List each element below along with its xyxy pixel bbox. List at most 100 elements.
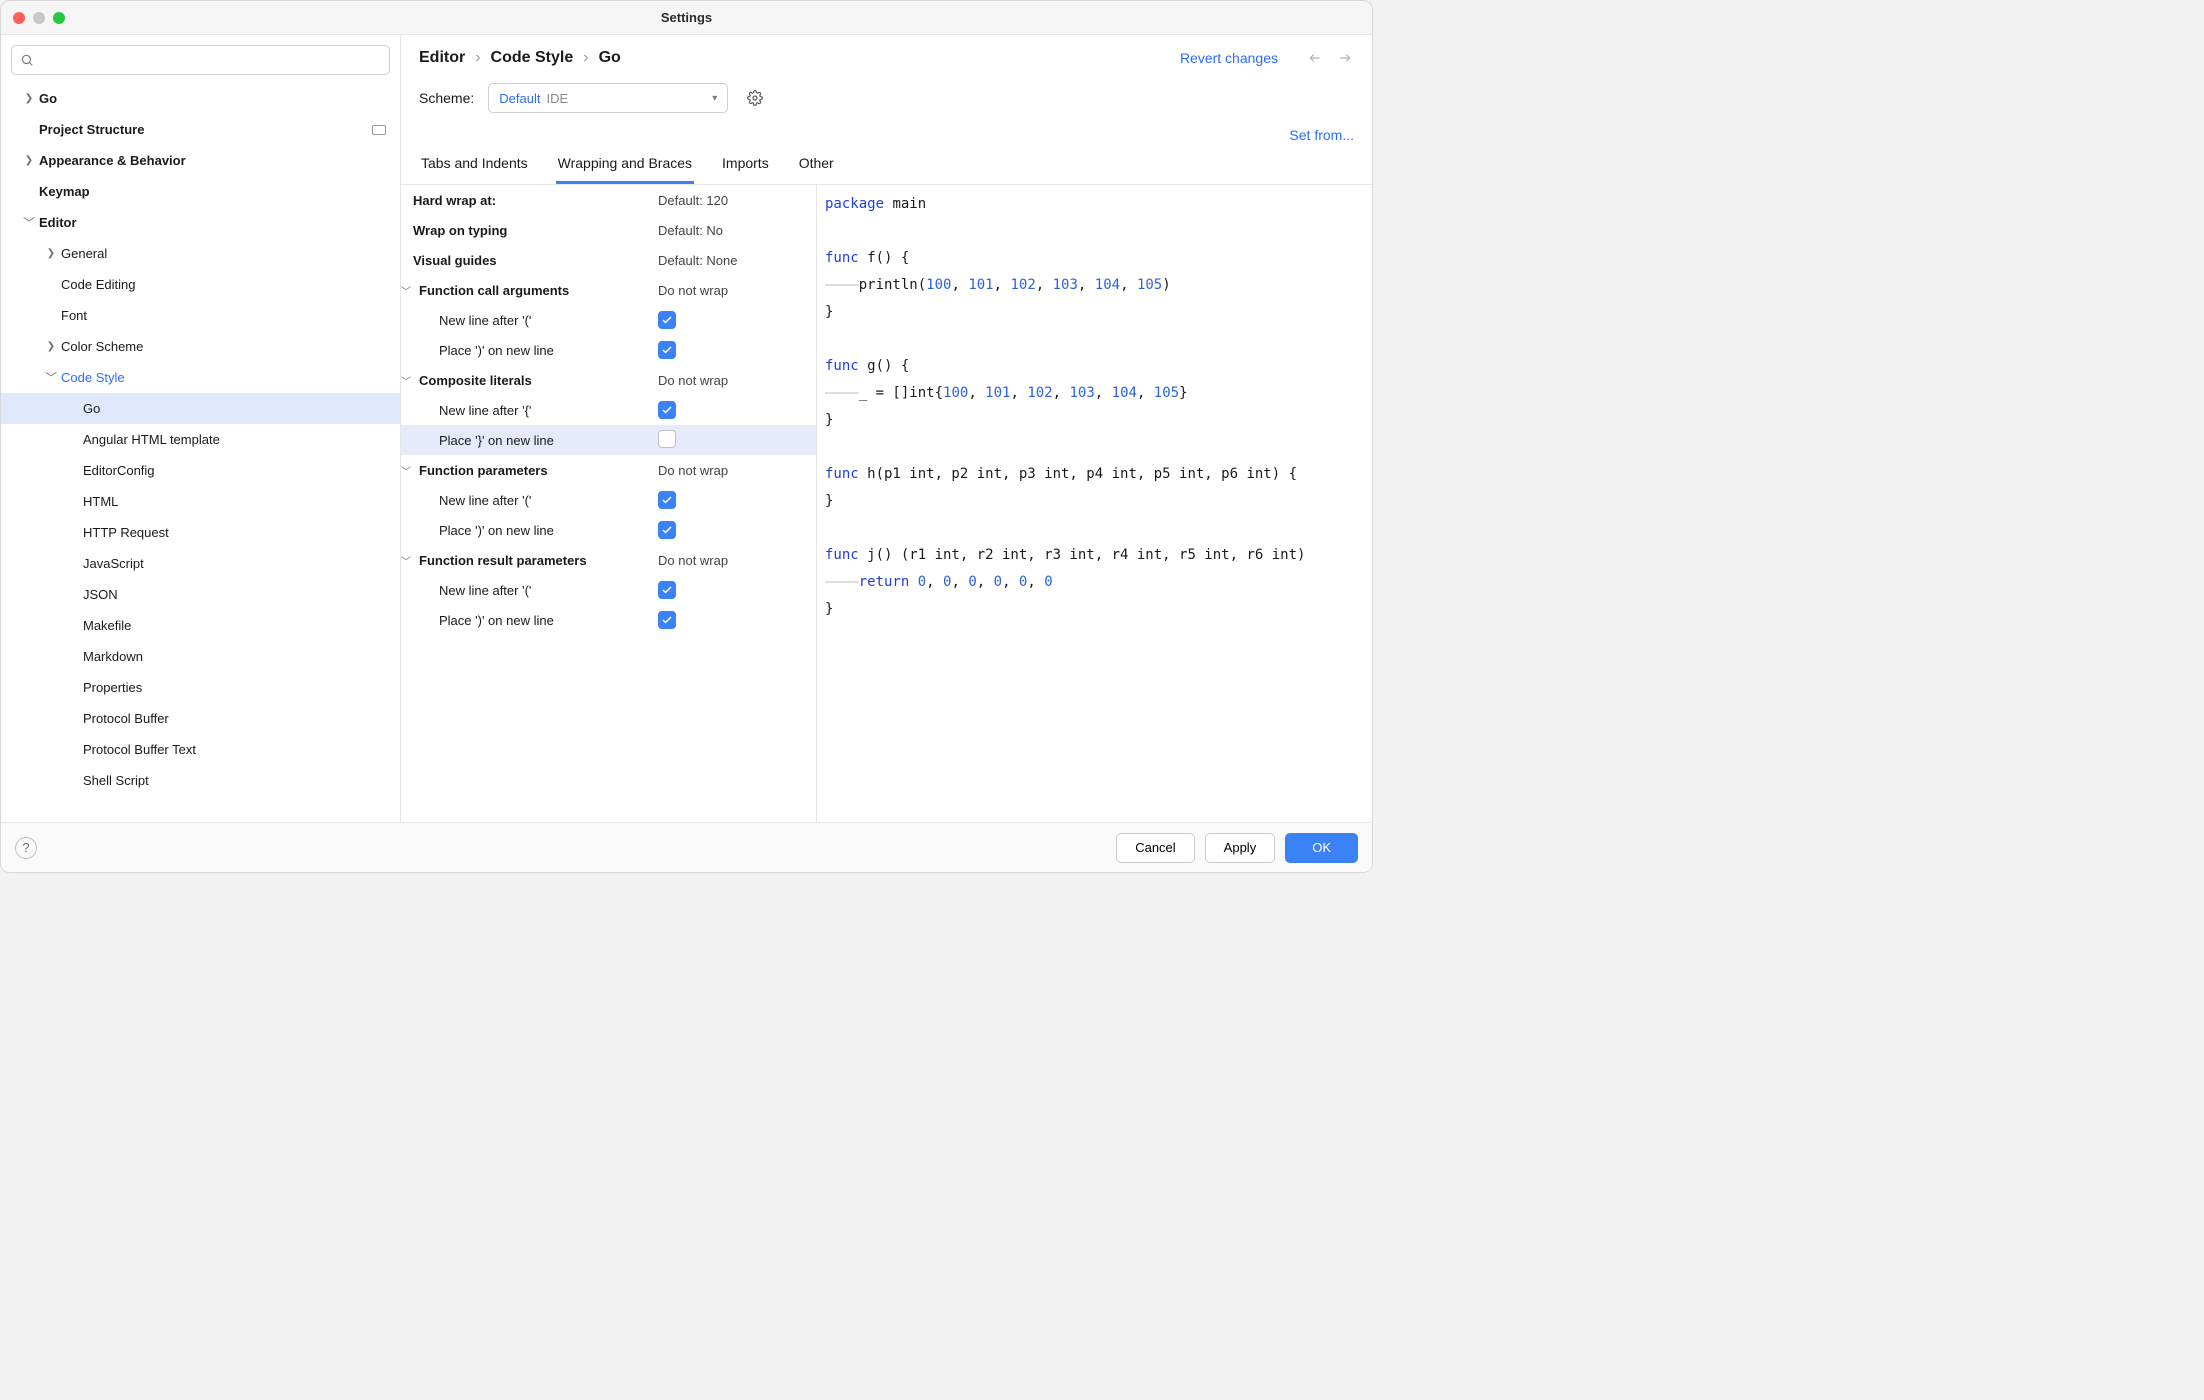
sidebar-item[interactable]: Keymap [1,176,400,207]
sidebar-item[interactable]: Protocol Buffer [1,703,400,734]
chevron-icon: ❯ [45,248,57,259]
checkbox[interactable] [658,401,676,419]
sidebar-item-label: Makefile [83,618,131,633]
sidebar-item[interactable]: ﹀Code Style [1,362,400,393]
setting-row[interactable]: New line after '(' [401,305,816,335]
sidebar-item-label: Protocol Buffer [83,711,169,726]
setting-name: Composite literals [419,373,532,388]
checkbox[interactable] [658,491,676,509]
setting-name: New line after '(' [439,313,531,328]
setting-name: Function result parameters [419,553,587,568]
setting-value[interactable]: Default: None [658,253,738,268]
setting-name: Hard wrap at: [413,193,496,208]
setting-row[interactable]: New line after '(' [401,575,816,605]
setting-row[interactable]: ﹀Composite literalsDo not wrap [401,365,816,395]
footer: ? Cancel Apply OK [1,822,1372,872]
tab[interactable]: Tabs and Indents [419,147,530,184]
setting-row[interactable]: ﹀Function result parametersDo not wrap [401,545,816,575]
sidebar-item[interactable]: Markdown [1,641,400,672]
sidebar-item[interactable]: Font [1,300,400,331]
set-from-link[interactable]: Set from... [1289,127,1354,143]
setting-row[interactable]: Hard wrap at: Default: 120 [401,185,816,215]
setting-row[interactable]: Place '}' on new line [401,425,816,455]
checkbox[interactable] [658,581,676,599]
tab[interactable]: Imports [720,147,771,184]
setting-row[interactable]: ﹀Function call argumentsDo not wrap [401,275,816,305]
chevron-icon: ﹀ [45,369,57,386]
sidebar-item-label: Editor [39,215,77,230]
breadcrumb-separator: › [475,49,480,67]
checkbox[interactable] [658,341,676,359]
breadcrumb-item[interactable]: Code Style [491,49,574,67]
sidebar-item[interactable]: Code Editing [1,269,400,300]
setting-row[interactable]: ﹀ Function parameters Do not wrap [401,455,816,485]
content-area: Editor › Code Style › Go Revert changes … [401,35,1372,822]
sidebar-item-label: Appearance & Behavior [39,153,186,168]
checkbox[interactable] [658,611,676,629]
sidebar-item-label: JavaScript [83,556,144,571]
revert-changes-link[interactable]: Revert changes [1180,50,1278,66]
checkbox[interactable] [658,311,676,329]
tab[interactable]: Other [797,147,836,184]
scheme-gear-button[interactable] [742,85,768,111]
sidebar-item[interactable]: ❯General [1,238,400,269]
content-header: Editor › Code Style › Go Revert changes [401,35,1372,75]
sidebar-item[interactable]: HTML [1,486,400,517]
scheme-select[interactable]: Default IDE ▾ [488,83,728,113]
chevron-down-icon: ﹀ [401,283,411,298]
sidebar-item-label: EditorConfig [83,463,155,478]
sidebar-item[interactable]: Go [1,393,400,424]
sidebar-item[interactable]: ﹀Editor [1,207,400,238]
sidebar-item[interactable]: ❯Appearance & Behavior [1,145,400,176]
setting-row[interactable]: Visual guidesDefault: None [401,245,816,275]
setting-row[interactable]: Place ')' on new line [401,605,816,635]
nav-back-icon[interactable] [1306,51,1324,65]
sidebar-item[interactable]: ❯Go [1,83,400,114]
sidebar-item-label: JSON [83,587,118,602]
setting-row[interactable]: Place ')' on new line [401,335,816,365]
sidebar-item-label: Color Scheme [61,339,143,354]
help-button[interactable]: ? [15,837,37,859]
checkbox[interactable] [658,521,676,539]
setting-name: Place ')' on new line [439,613,554,628]
setting-value[interactable]: Do not wrap [658,553,728,568]
setting-name: Place ')' on new line [439,343,554,358]
setting-row[interactable]: New line after '{' [401,395,816,425]
setting-value[interactable]: Do not wrap [658,373,728,388]
ok-button[interactable]: OK [1285,833,1358,863]
sidebar-item-label: Protocol Buffer Text [83,742,196,757]
sidebar-item[interactable]: ❯Color Scheme [1,331,400,362]
sidebar-item[interactable]: EditorConfig [1,455,400,486]
checkbox[interactable] [658,430,676,448]
breadcrumb-item[interactable]: Go [599,49,621,67]
sidebar-item[interactable]: HTTP Request [1,517,400,548]
scheme-row: Scheme: Default IDE ▾ [401,75,1372,123]
sidebar-item[interactable]: Shell Script [1,765,400,796]
chevron-down-icon: ﹀ [401,463,411,478]
setting-row[interactable]: Place ')' on new line [401,515,816,545]
search-input-wrap[interactable] [11,45,390,75]
search-input[interactable] [38,53,381,68]
sidebar-item[interactable]: Properties [1,672,400,703]
setting-value[interactable]: Default: 120 [658,193,728,208]
apply-button[interactable]: Apply [1205,833,1276,863]
setting-row[interactable]: New line after '(' [401,485,816,515]
sidebar-item[interactable]: Project Structure [1,114,400,145]
setting-value[interactable]: Default: No [658,223,723,238]
setting-value[interactable]: Do not wrap [658,283,728,298]
sidebar-item[interactable]: Angular HTML template [1,424,400,455]
sidebar-item[interactable]: Protocol Buffer Text [1,734,400,765]
setting-name: Place '}' on new line [439,433,554,448]
setting-name: Function parameters [419,463,548,478]
breadcrumb-item[interactable]: Editor [419,49,465,67]
sidebar-item[interactable]: JavaScript [1,548,400,579]
tab[interactable]: Wrapping and Braces [556,147,694,184]
nav-forward-icon[interactable] [1336,51,1354,65]
setting-value[interactable]: Do not wrap [658,463,728,478]
sidebar-item-label: Properties [83,680,142,695]
setting-row[interactable]: Wrap on typingDefault: No [401,215,816,245]
cancel-button[interactable]: Cancel [1116,833,1194,863]
sidebar-item[interactable]: Makefile [1,610,400,641]
sidebar-item[interactable]: JSON [1,579,400,610]
chevron-down-icon: ▾ [712,93,717,104]
